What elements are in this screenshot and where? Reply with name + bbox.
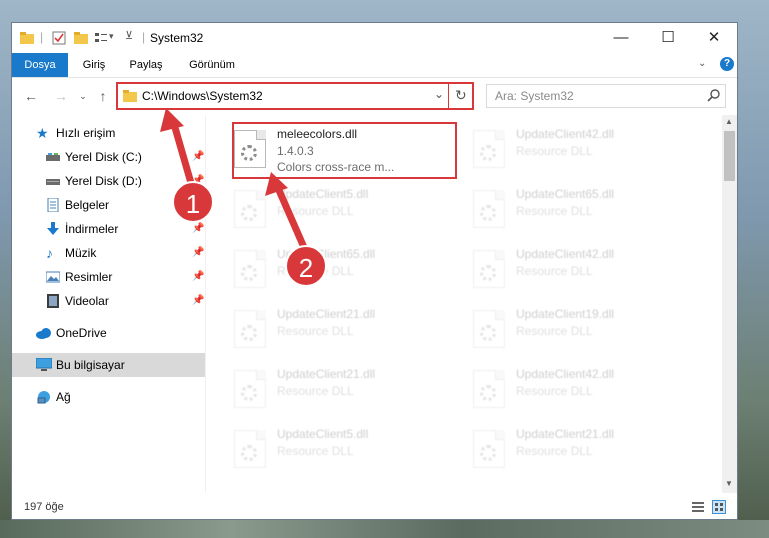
annotation-arrows	[160, 108, 310, 256]
callout-step-2: 2	[285, 245, 327, 287]
callout-step-1: 1	[172, 181, 214, 223]
